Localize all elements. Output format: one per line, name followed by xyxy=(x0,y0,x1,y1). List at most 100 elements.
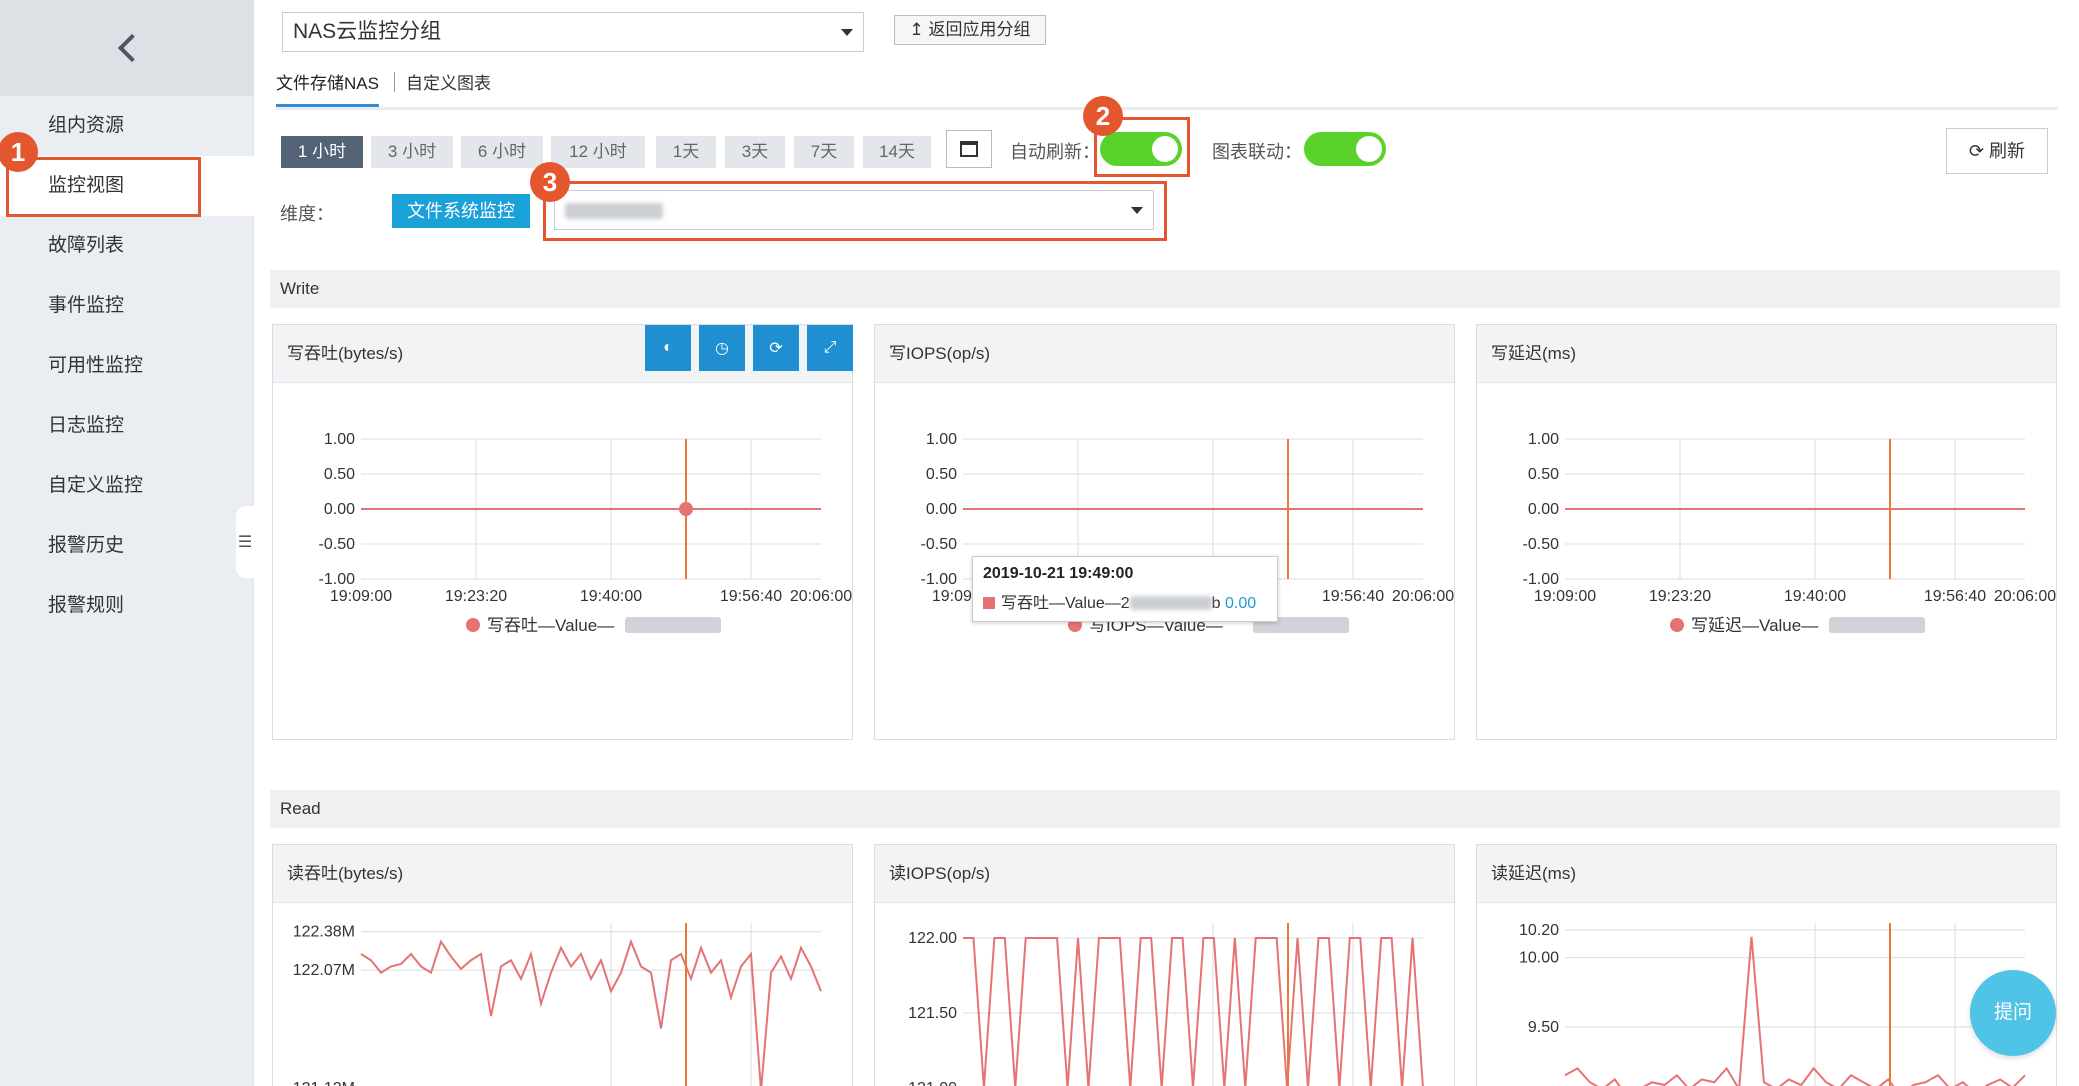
y-tick-label: 122.38M xyxy=(293,924,355,941)
tooltip-value: 0.00 xyxy=(1225,595,1257,612)
x-tick-label: 19:09:00 xyxy=(330,588,392,605)
tooltip-row: 写吞吐—Value—2 b 0.00 xyxy=(983,589,1267,613)
legend-swatch xyxy=(1670,618,1684,632)
tab-nas[interactable]: 文件存储NAS xyxy=(276,70,379,107)
time-range-3h[interactable]: 3 小时 xyxy=(371,136,453,168)
time-range-6h[interactable]: 6 小时 xyxy=(461,136,543,168)
redacted-legend-id xyxy=(1829,617,1925,633)
panel-title: 读IOPS(op/s) xyxy=(875,845,1454,903)
chart-panel-write-iops: 写IOPS(op/s) 1.00 0.50 0.00 -0.50 -1.00 19:09:… xyxy=(874,324,1455,740)
chart-panel-read-throughput: 读吞吐(bytes/s) 122.38M 122.07M 121.12M xyxy=(272,844,853,1086)
history-button[interactable]: ◷ xyxy=(699,325,745,371)
dimension-filesystem-button[interactable]: 文件系统监控 xyxy=(392,194,530,228)
dimension-label: 维度： xyxy=(280,204,334,224)
expand-icon: ⤢ xyxy=(823,339,837,356)
y-tick-label: 0.50 xyxy=(926,466,957,483)
read-chart-svg-5: 10.2010.009.509.00 xyxy=(1519,922,2026,1086)
sidebar-item-alarm-rules[interactable]: 报警规则 xyxy=(0,576,254,636)
refresh-button[interactable]: ⟳ 刷新 xyxy=(1946,128,2048,174)
tooltip-time: 2019-10-21 19:49:00 xyxy=(983,565,1134,582)
redacted-id xyxy=(1129,596,1212,610)
time-range-14d[interactable]: 14天 xyxy=(863,136,931,168)
y-tick-label: 1.00 xyxy=(324,431,355,448)
sidebar-item-alarm-history[interactable]: 报警历史 xyxy=(0,516,254,576)
chart-panel-read-iops: 读IOPS(op/s) 122.00 121.50 121.00 xyxy=(874,844,1455,1086)
y-tick-label: -0.50 xyxy=(921,536,958,553)
back-chevron-button[interactable] xyxy=(0,0,254,96)
chart-panel-write-latency: 写延迟(ms) 1.00 0.50 0.00 -0.50 -1.00 19:09:00 19… xyxy=(1476,324,2057,740)
refresh-label: 刷新 xyxy=(1989,141,2026,161)
sidebar-item-group-resources[interactable]: 组内资源 xyxy=(0,96,254,156)
time-range-3d[interactable]: 3天 xyxy=(725,136,785,168)
y-tick-label: 0.50 xyxy=(324,466,355,483)
x-tick-label: 20:06:00 xyxy=(790,588,852,605)
write-chart-svg-0: 1.00 0.50 0.00 -0.50 -1.0019:09:00 19:23:20 19… xyxy=(319,431,852,635)
legend-label: 写延迟—Value— xyxy=(1691,616,1818,635)
x-tick-label: 19:09:00 xyxy=(1534,588,1596,605)
x-tick-label: 20:06:00 xyxy=(1994,588,2056,605)
chart-panel-write-throughput: 写吞吐(bytes/s) ◐ ◷ ⟳ ⤢ 1.00 0.50 0.00 -0.50 -1… xyxy=(272,324,853,740)
annotation-badge-2: 2 xyxy=(1083,96,1123,136)
sidebar-item-fault-list[interactable]: 故障列表 xyxy=(0,216,254,276)
panel-title: 读延迟(ms) xyxy=(1477,845,2056,903)
upload-arrow-icon: ↥ xyxy=(909,20,924,39)
group-select-value: NAS云监控分组 xyxy=(293,20,442,43)
x-tick-label: 19:56:40 xyxy=(1322,588,1384,605)
annotation-badge-3: 3 xyxy=(530,162,570,202)
tab-custom-chart[interactable]: 自定义图表 xyxy=(406,70,491,107)
back-to-app-group-button[interactable]: ↥ 返回应用分组 xyxy=(894,15,1046,45)
y-tick-label: -1.00 xyxy=(319,571,356,588)
sidebar-item-event-monitor[interactable]: 事件监控 xyxy=(0,276,254,336)
calendar-icon xyxy=(960,141,978,157)
chart-link-toggle[interactable] xyxy=(1304,132,1386,166)
y-tick-label: 121.00 xyxy=(908,1080,957,1086)
time-range-12h[interactable]: 12 小时 xyxy=(551,136,645,168)
series-line xyxy=(1564,936,2026,1086)
fullscreen-button[interactable]: ⤢ xyxy=(807,325,853,371)
caret-down-icon xyxy=(841,29,853,36)
read-chart-svg-3: 122.38M 122.07M 121.12M xyxy=(293,923,822,1086)
tooltip-label-suffix: b xyxy=(1211,595,1221,612)
contrast-button[interactable]: ◐ xyxy=(645,325,691,371)
y-tick-label: 0.00 xyxy=(324,501,355,518)
sidebar-item-availability-monitor[interactable]: 可用性监控 xyxy=(0,336,254,396)
legend-label: 写吞吐—Value— xyxy=(487,616,614,635)
sidebar-collapse-handle[interactable]: ☰ xyxy=(236,506,254,578)
y-tick-label: 122.07M xyxy=(293,962,355,979)
clock-icon: ◷ xyxy=(715,340,729,357)
calendar-button[interactable] xyxy=(946,130,992,168)
y-tick-label: -0.50 xyxy=(1523,536,1560,553)
sidebar-item-log-monitor[interactable]: 日志监控 xyxy=(0,396,254,456)
tooltip-label-prefix: 写吞吐—Value—2 xyxy=(1001,595,1130,612)
y-tick-label: 9.50 xyxy=(1528,1019,1559,1036)
y-tick-label: 122.00 xyxy=(908,930,957,947)
chart-panel-read-latency: 读延迟(ms) 10.2010.009.509.00 xyxy=(1476,844,2057,1086)
reload-button[interactable]: ⟳ xyxy=(753,325,799,371)
auto-refresh-label: 自动刷新： xyxy=(1010,142,1100,162)
sidebar-item-custom-monitor[interactable]: 自定义监控 xyxy=(0,456,254,516)
app-root: 组内资源 监控视图 故障列表 事件监控 可用性监控 日志监控 自定义监控 报警历… xyxy=(0,0,2079,1086)
x-tick-label: 19:56:40 xyxy=(720,588,782,605)
annotation-box-1 xyxy=(6,157,201,217)
panel-title: 写IOPS(op/s) xyxy=(875,325,1454,383)
time-range-7d[interactable]: 7天 xyxy=(794,136,854,168)
refresh-icon: ⟳ xyxy=(1968,141,1985,161)
chart-tooltip: 2019-10-21 19:49:00 写吞吐—Value—2 b 0.00 xyxy=(972,556,1278,622)
scrollbar[interactable] xyxy=(2066,0,2079,1086)
ask-question-button[interactable]: 提问 xyxy=(1970,970,2056,1056)
series-swatch xyxy=(983,597,995,609)
time-range-1h[interactable]: 1 小时 xyxy=(281,136,363,168)
series-line xyxy=(360,938,822,1086)
x-tick-label: 20:06:00 xyxy=(1392,588,1454,605)
hover-point xyxy=(679,502,693,516)
panel-title: 写延迟(ms) xyxy=(1477,325,2056,383)
section-read: Read xyxy=(270,790,2060,828)
chevron-left-icon xyxy=(117,33,147,63)
y-tick-label: -0.50 xyxy=(319,536,356,553)
y-tick-label: 0.00 xyxy=(926,501,957,518)
section-write: Write xyxy=(270,270,2060,308)
time-range-1d[interactable]: 1天 xyxy=(656,136,716,168)
chart-link-label: 图表联动： xyxy=(1212,142,1302,162)
group-select[interactable]: NAS云监控分组 xyxy=(282,12,864,52)
contrast-icon: ◐ xyxy=(663,339,673,356)
